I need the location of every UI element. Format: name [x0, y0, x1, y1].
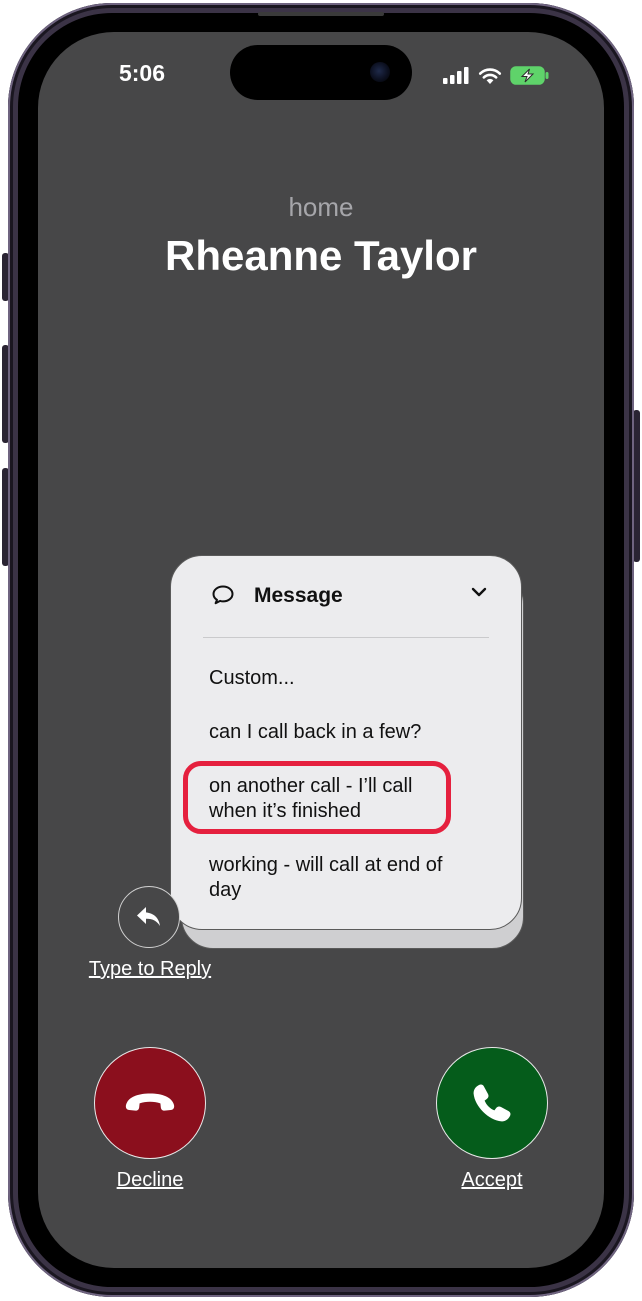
status-time: 5:06: [118, 60, 166, 86]
message-option-call-back[interactable]: can I call back in a few?: [209, 720, 469, 745]
type-to-reply-button[interactable]: [118, 886, 180, 948]
message-menu: Message Custom... can I call back in a f…: [170, 555, 522, 930]
highlight-annotation: [183, 761, 451, 834]
chevron-down-icon[interactable]: [471, 586, 487, 598]
device-frame: 5:06 home Rheanne Taylor Message Custom.…: [0, 0, 642, 1301]
phone-icon: [473, 1084, 511, 1122]
caller-label: home: [288, 192, 354, 222]
message-menu-header[interactable]: Message: [171, 578, 521, 614]
cellular-signal-icon: [443, 67, 469, 84]
type-to-reply-label[interactable]: Type to Reply: [60, 958, 240, 981]
status-icons: [443, 66, 550, 85]
accept-button[interactable]: [436, 1047, 548, 1159]
dynamic-island: [230, 45, 412, 100]
message-option-working[interactable]: working - will call at end of day: [209, 853, 459, 903]
decline-label[interactable]: Decline: [70, 1169, 230, 1192]
battery-charging-icon: [510, 66, 549, 85]
caller-name: Rheanne Taylor: [165, 232, 477, 279]
message-menu-title: Message: [254, 584, 343, 607]
decline-button[interactable]: [94, 1047, 206, 1159]
wifi-icon: [478, 67, 502, 84]
accept-label[interactable]: Accept: [412, 1169, 572, 1192]
reply-arrow-icon: [137, 907, 160, 926]
phone-hangup-icon: [125, 1093, 175, 1111]
menu-divider: [203, 637, 489, 638]
front-camera-icon: [370, 62, 390, 82]
power-button: [633, 410, 640, 562]
earpiece-speaker: [258, 12, 384, 16]
message-option-custom[interactable]: Custom...: [209, 666, 469, 691]
message-bubble-icon: [212, 585, 234, 605]
